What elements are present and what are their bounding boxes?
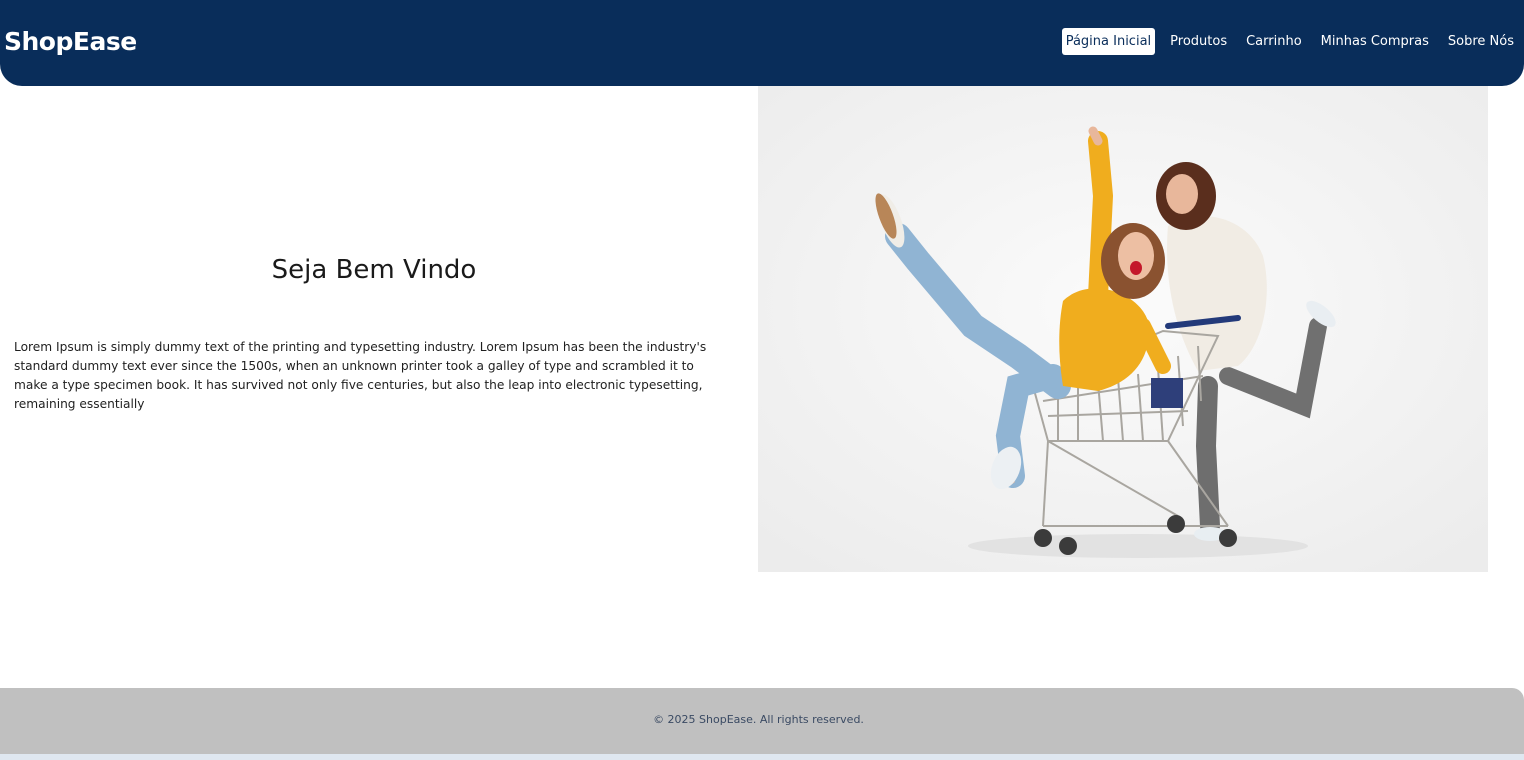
hero-section: Seja Bem Vindo Lorem Ipsum is simply dum… [0, 86, 740, 572]
main-nav: Página Inicial Produtos Carrinho Minhas … [1051, 28, 1518, 55]
nav-item-produtos[interactable]: Produtos [1166, 28, 1231, 55]
site-logo[interactable]: ShopEase [4, 24, 137, 60]
shopping-cart-illustration [758, 86, 1488, 572]
nav-item-pagina-inicial[interactable]: Página Inicial [1061, 28, 1156, 55]
nav-item-sobre-nos[interactable]: Sobre Nós [1444, 28, 1518, 55]
nav-item-minhas-compras[interactable]: Minhas Compras [1317, 28, 1433, 55]
hero-title: Seja Bem Vindo [271, 255, 477, 285]
site-footer: © 2025 ShopEase. All rights reserved. [0, 688, 1524, 754]
nav-item-carrinho[interactable]: Carrinho [1242, 28, 1306, 55]
bottom-edge [0, 754, 1524, 760]
hero-description: Lorem Ipsum is simply dummy text of the … [14, 340, 707, 411]
hero-image [758, 86, 1488, 572]
site-header: ShopEase Página Inicial Produtos Carrinh… [0, 0, 1524, 86]
footer-copyright: © 2025 ShopEase. All rights reserved. [653, 713, 864, 726]
